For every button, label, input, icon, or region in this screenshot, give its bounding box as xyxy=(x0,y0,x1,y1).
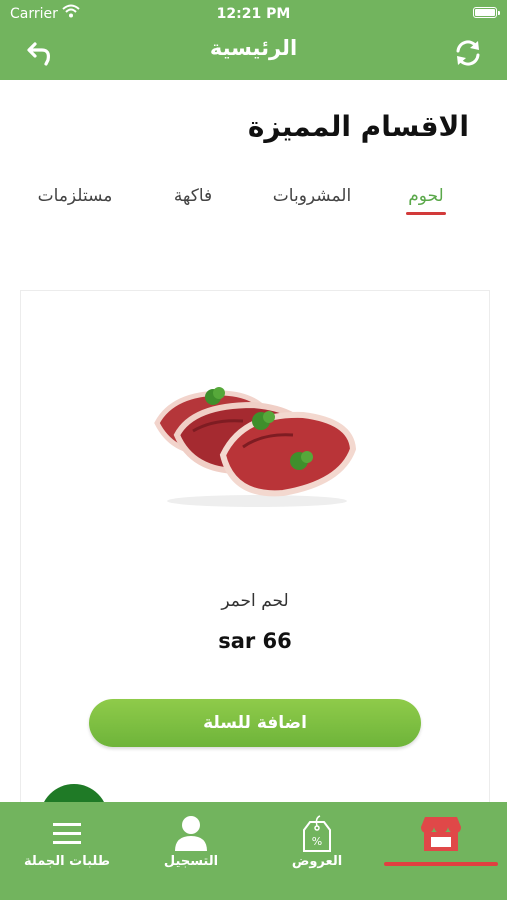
product-name: لحم احمر xyxy=(221,591,289,611)
tab-label-register: التسجيل xyxy=(163,854,219,869)
menu-icon xyxy=(47,814,87,854)
tab-meat[interactable]: لحوم xyxy=(404,186,448,206)
svg-text:%: % xyxy=(312,835,322,848)
tab-label-wholesale: طلبات الجملة xyxy=(24,854,110,869)
tab-fruits[interactable]: فاكهة xyxy=(162,186,224,206)
page-title: الرئيسية xyxy=(209,36,298,60)
tab-wholesale-orders[interactable]: طلبات الجملة xyxy=(4,802,130,900)
offers-tag-icon: % xyxy=(297,814,337,854)
category-tabs: لحوم المشروبات فاكهة مستلزمات xyxy=(0,186,507,226)
refresh-icon[interactable] xyxy=(451,36,485,70)
app-header: Carrier 12:21 PM الرئيسية xyxy=(0,0,507,80)
bottom-tab-bar: طلبات الجملة التسجيل % العروض xyxy=(0,802,507,900)
user-icon xyxy=(171,814,211,854)
product-card[interactable]: لحم احمر sar 66 اضافة للسلة xyxy=(20,290,490,832)
tab-register[interactable]: التسجيل xyxy=(128,802,254,900)
tab-offers[interactable]: % العروض xyxy=(254,802,380,900)
status-bar: Carrier 12:21 PM xyxy=(0,0,507,28)
battery-icon xyxy=(473,7,500,18)
tab-store[interactable] xyxy=(378,802,504,900)
tab-label-offers: العروض xyxy=(291,854,343,869)
add-to-cart-button[interactable]: اضافة للسلة xyxy=(89,699,421,747)
active-tab-underline xyxy=(384,862,498,866)
product-price: sar 66 xyxy=(218,629,292,653)
section-title: الاقسام المميزة xyxy=(247,110,469,143)
tab-drinks[interactable]: المشروبات xyxy=(266,186,358,206)
product-image xyxy=(153,383,361,513)
store-icon xyxy=(421,814,461,854)
tab-supplies[interactable]: مستلزمات xyxy=(32,186,118,206)
active-tab-indicator xyxy=(406,212,446,215)
status-time: 12:21 PM xyxy=(216,6,291,22)
